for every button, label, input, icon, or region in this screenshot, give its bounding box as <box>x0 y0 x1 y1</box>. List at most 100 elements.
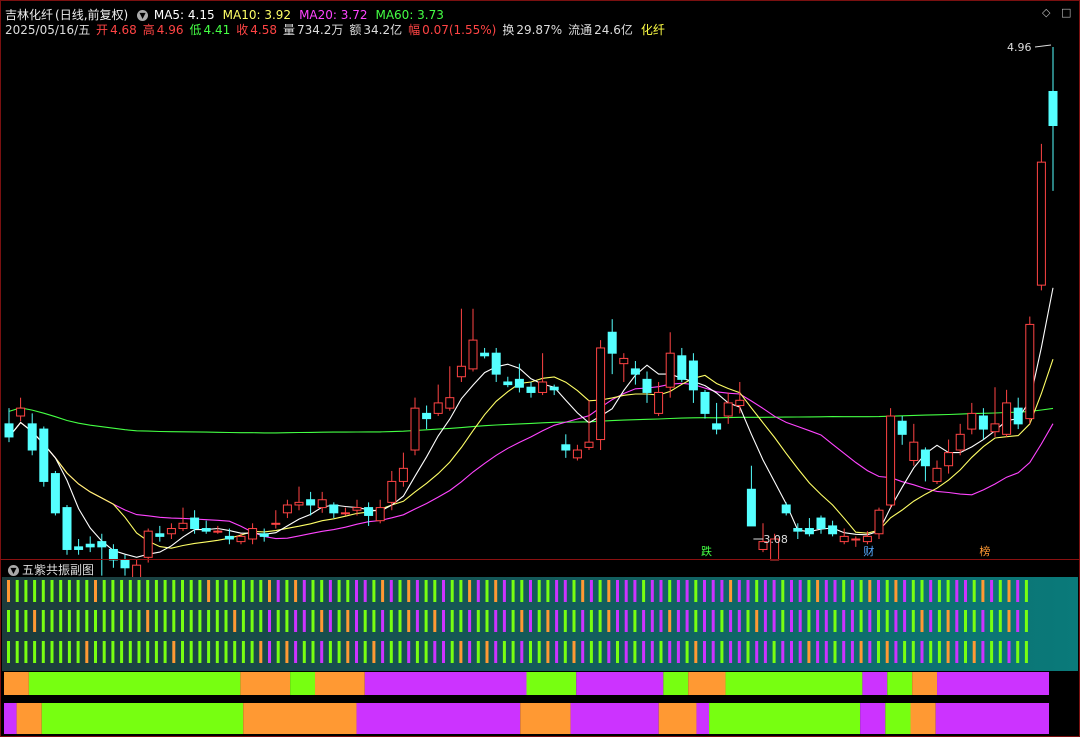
sub-bar <box>50 610 54 632</box>
sub-bar <box>424 580 428 602</box>
sub-bar <box>737 580 741 602</box>
sub-bar <box>955 641 959 663</box>
sub-bar <box>703 610 706 632</box>
band-segment <box>356 703 521 734</box>
sub-bar <box>624 641 628 663</box>
sub-bar <box>755 641 759 663</box>
sub-bar <box>711 580 715 602</box>
sub-bar <box>929 580 933 602</box>
sub-bar <box>172 580 176 602</box>
candle-body <box>294 501 304 506</box>
sub-bar <box>233 610 237 632</box>
candle-body <box>746 488 756 527</box>
sub-bar <box>294 610 298 632</box>
sub-bar <box>877 580 880 602</box>
candle-body <box>375 507 385 522</box>
sub-bar <box>163 610 167 632</box>
sub-bar <box>7 641 10 663</box>
candle-body <box>27 423 37 451</box>
sub-bar <box>67 580 71 602</box>
candle-body <box>700 391 710 414</box>
sub-bar <box>790 610 793 632</box>
sub-bar <box>877 641 880 663</box>
sub-bar <box>215 580 219 602</box>
band-segment <box>860 703 886 734</box>
sub-bar <box>581 580 585 602</box>
sub-bar <box>128 580 132 602</box>
sub-bar <box>868 610 872 632</box>
band-segment <box>526 672 577 695</box>
sub-bar <box>259 610 263 632</box>
candle-body <box>166 528 176 535</box>
candle-body <box>514 378 524 388</box>
sub-bar <box>328 580 332 602</box>
sub-bar <box>772 641 776 663</box>
sub-bar <box>676 580 680 602</box>
sub-bar <box>59 610 63 632</box>
sub-bar <box>442 641 445 663</box>
sub-bar <box>868 580 872 602</box>
low-label: 3.08 <box>763 533 788 546</box>
sub-bar <box>894 610 898 632</box>
candle-body <box>456 365 466 378</box>
sub-bar <box>633 610 637 632</box>
sub-bar <box>233 641 237 663</box>
sub-bar <box>468 580 472 602</box>
candle-body <box>712 423 722 430</box>
sub-bar <box>981 580 985 602</box>
sub-bar <box>529 610 532 632</box>
sub-bar <box>746 580 750 602</box>
sub-bar <box>346 610 350 632</box>
candle-body <box>178 522 188 530</box>
sub-bar <box>33 580 37 602</box>
sub-bar <box>24 610 28 632</box>
sub-bar <box>1024 580 1028 602</box>
sub-bar <box>807 580 811 602</box>
sub-bar <box>720 580 724 602</box>
sub-bar <box>189 580 193 602</box>
sub-bar <box>41 580 45 602</box>
sub-bar <box>67 610 71 632</box>
chevron-down-icon[interactable]: ▼ <box>8 565 19 576</box>
band-segment <box>725 672 863 695</box>
sub-bar <box>146 610 150 632</box>
candle-body <box>120 559 130 569</box>
sub-bar <box>224 610 228 632</box>
sub-bar <box>381 610 385 632</box>
candle-body <box>1002 402 1012 435</box>
candle-body <box>503 381 513 386</box>
sub-bar <box>964 610 967 632</box>
sub-bar <box>163 641 167 663</box>
sub-bar <box>781 641 785 663</box>
ma-line-ma20 <box>8 382 1054 540</box>
sub-bar <box>720 610 724 632</box>
candle-body <box>213 530 223 533</box>
sub-bar <box>1007 641 1011 663</box>
subchart-title[interactable]: ▼ 五紫共振副图 <box>5 561 94 578</box>
sub-bar <box>998 580 1002 602</box>
sub-bar <box>67 641 71 663</box>
candle-body <box>248 528 258 540</box>
sub-bar <box>737 641 741 663</box>
sub-bar <box>737 610 741 632</box>
candle-body <box>398 467 408 482</box>
candle-body <box>538 381 548 393</box>
candle-body <box>990 423 1000 433</box>
candle-body <box>630 368 640 375</box>
band-segment <box>4 672 29 695</box>
sub-bar <box>372 610 376 632</box>
candle-body <box>282 504 292 514</box>
sub-bar <box>372 580 376 602</box>
sub-bar <box>363 641 367 663</box>
band-segment <box>696 703 710 734</box>
sub-bar <box>363 580 367 602</box>
candle-body <box>781 504 791 514</box>
candle-body <box>932 467 942 482</box>
candle-body <box>944 452 954 467</box>
sub-bar <box>842 641 846 663</box>
band-segment <box>28 672 241 695</box>
sub-bar <box>276 610 280 632</box>
sub-bar <box>790 580 793 602</box>
candle-body <box>549 386 559 391</box>
sub-bar <box>207 580 211 602</box>
